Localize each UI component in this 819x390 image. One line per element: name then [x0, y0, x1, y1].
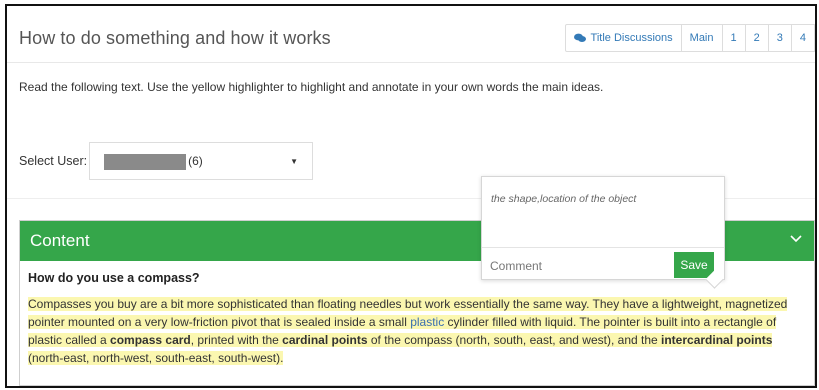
nav-page-2[interactable]: 2 [744, 24, 769, 52]
caret-down-icon: ▼ [290, 157, 299, 166]
save-button[interactable]: Save [674, 252, 714, 278]
page-title: How to do something and how it works [19, 28, 331, 48]
select-user-label: Select User: [19, 154, 88, 168]
section-heading: How do you use a compass? [28, 271, 200, 285]
title-discussions-button[interactable]: Title Discussions [564, 24, 682, 52]
nav-page-3[interactable]: 3 [767, 24, 792, 52]
page-nav: Title Discussions Main 1 2 3 4 [564, 24, 815, 52]
highlighted-text[interactable]: of the compass (north, south, east, and … [367, 333, 662, 347]
content-paragraph: Compasses you buy are a bit more sophist… [28, 295, 806, 367]
chevron-down-icon[interactable] [790, 235, 802, 243]
select-user-count: (6) [188, 154, 203, 168]
redacted-username [104, 154, 187, 170]
annotation-popup: the shape,location of the object Save [481, 176, 725, 280]
annotation-text: the shape,location of the object [491, 193, 637, 205]
title-discussions-label: Title Discussions [590, 32, 673, 44]
app-frame: How to do something and how it works Tit… [5, 4, 817, 388]
nav-page-4[interactable]: 4 [790, 24, 815, 52]
highlighted-text[interactable]: , printed with the [190, 333, 283, 347]
plastic-link[interactable]: plastic [410, 315, 445, 329]
term-intercardinal-points[interactable]: intercardinal points [661, 333, 773, 347]
select-user-row: Select User: (6) ▼ [19, 142, 314, 180]
nav-main-button[interactable]: Main [680, 24, 723, 52]
term-compass-card[interactable]: compass card [110, 333, 191, 347]
nav-page-1[interactable]: 1 [721, 24, 746, 52]
select-user-dropdown[interactable]: (6) ▼ [89, 142, 314, 180]
page-header: How to do something and how it works Tit… [7, 6, 815, 63]
instructions-text: Read the following text. Use the yellow … [19, 80, 604, 94]
content-panel-title: Content [30, 231, 90, 250]
annotation-divider [482, 247, 724, 248]
term-cardinal-points[interactable]: cardinal points [282, 333, 368, 347]
chat-bubbles-icon [573, 33, 586, 42]
highlighted-text[interactable]: (north-east, north-west, south-east, sou… [28, 351, 284, 365]
comment-input[interactable] [488, 255, 662, 277]
